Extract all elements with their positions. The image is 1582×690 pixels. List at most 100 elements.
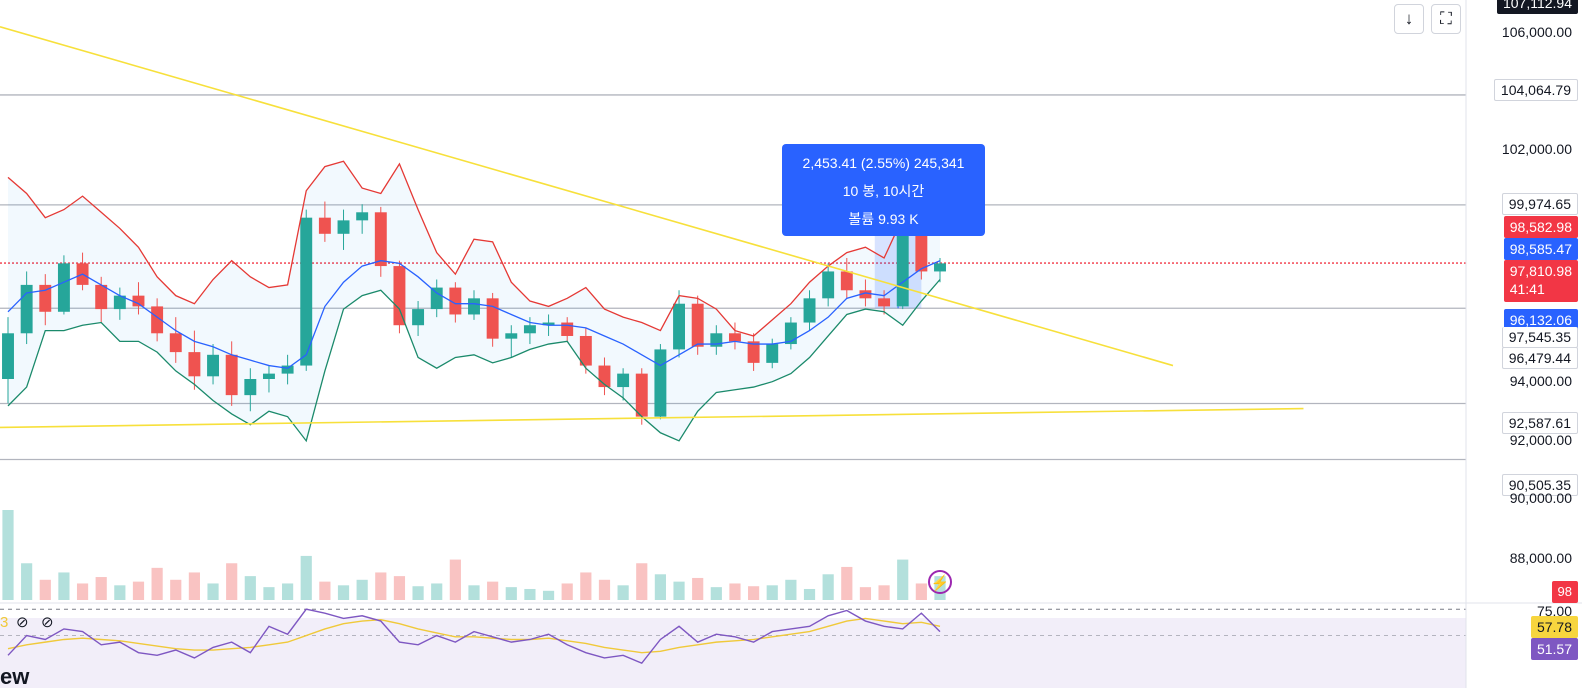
rsi-header-value: 3: [0, 614, 9, 631]
candle-body: [673, 303, 686, 350]
measure-volume: 볼륨 9.93 K: [848, 211, 919, 227]
chart-canvas[interactable]: [0, 0, 1582, 688]
volume-bar: [170, 579, 182, 600]
rsi-value-tag: 51.57: [1530, 638, 1578, 660]
price-tick: 90,000.00: [1509, 490, 1572, 506]
current-price-value: 97,810.98: [1509, 263, 1572, 279]
volume-bar: [822, 574, 834, 600]
volume-bar: [915, 583, 927, 600]
fullscreen-icon: ⛶: [1440, 9, 1452, 28]
volume-bar: [244, 576, 256, 600]
candle-body: [281, 365, 294, 374]
volume-bar: [692, 577, 704, 600]
fullscreen-button[interactable]: ⛶: [1431, 4, 1461, 34]
volume-bar: [188, 572, 200, 600]
volume-bar: [58, 572, 70, 600]
candle-body: [803, 298, 816, 323]
candle-body: [356, 212, 369, 221]
measure-change: 2,453.41 (2.55%) 245,341: [802, 155, 965, 171]
hide-indicator-icon[interactable]: ⊘: [41, 613, 54, 631]
candle-body: [822, 271, 835, 299]
volume-bar: [524, 588, 536, 600]
candle-body: [896, 228, 909, 307]
volume-bar: [785, 579, 797, 600]
volume-bar: [617, 585, 629, 600]
candle-body: [225, 354, 238, 396]
candle-body: [840, 271, 853, 291]
price-tick: 102,000.00: [1501, 141, 1572, 157]
price-tick: 88,000.00: [1509, 550, 1572, 566]
price-axis-top-tag: 107,112.94: [1496, 0, 1578, 14]
volume-bar: [803, 588, 816, 600]
current-price-tag: 97,810.98 41:41: [1503, 260, 1578, 302]
volume-bar: [636, 563, 648, 600]
level-tag-96k: 96,479.44: [1501, 347, 1578, 369]
candle-body: [505, 333, 518, 339]
candle-body: [691, 303, 704, 347]
volume-bar: [39, 579, 51, 600]
volume-bar: [449, 559, 461, 600]
level-tag-99k: 99,974.65: [1501, 193, 1578, 215]
volume-bar: [487, 581, 499, 600]
volume-bar: [132, 581, 145, 600]
price-tick: 94,000.00: [1509, 373, 1572, 389]
candle-body: [262, 373, 275, 379]
measure-bars: 10 봉, 10시간: [842, 183, 925, 199]
candle-body: [207, 354, 220, 377]
volume-bar: [76, 583, 89, 600]
candle-countdown: 41:41: [1509, 281, 1545, 297]
volume-bar: [263, 587, 275, 600]
price-tick: 106,000.00: [1501, 24, 1572, 40]
candle-body: [132, 295, 145, 307]
price-tick: 92,000.00: [1509, 432, 1572, 448]
scroll-to-latest-button[interactable]: ↓: [1394, 4, 1424, 34]
volume-bar: [226, 563, 238, 600]
volume-bar: [859, 587, 872, 600]
volume-bar: [729, 583, 741, 600]
candle-body: [169, 333, 182, 353]
bb-middle-price-tag: 98,585.47: [1503, 238, 1578, 260]
rsi-ma-value-tag: 57.78: [1530, 616, 1578, 638]
volume-bar: [561, 583, 573, 600]
volume-bar: [393, 576, 406, 600]
candle-body: [337, 220, 350, 234]
candle-body: [57, 263, 70, 312]
candle-body: [412, 309, 425, 326]
volume-bar: [580, 572, 592, 600]
volume-bar: [412, 586, 424, 600]
candle-body: [617, 373, 630, 388]
volume-bar: [542, 590, 555, 600]
candle-body: [430, 287, 443, 310]
candle-body: [523, 325, 536, 334]
volume-bar: [748, 586, 760, 600]
volume-bar: [356, 579, 368, 600]
level-tag-104k: 104,064.79: [1493, 79, 1578, 101]
volume-bar: [151, 567, 163, 600]
candle-body: [635, 373, 648, 417]
candle-body: [393, 266, 406, 326]
candle-body: [2, 333, 14, 379]
volume-bar: [114, 585, 126, 600]
volume-bar: [710, 587, 722, 600]
volume-bar: [505, 587, 517, 600]
hide-indicator-icon[interactable]: ⊘: [16, 613, 29, 631]
candle-body: [95, 284, 108, 310]
volume-bar: [673, 581, 685, 600]
candle-body: [934, 263, 946, 272]
candle-body: [486, 298, 499, 339]
volume-value-tag: 98: [1551, 581, 1578, 603]
lightning-icon[interactable]: ⚡: [928, 570, 952, 594]
candle-body: [561, 322, 574, 336]
volume-bar: [766, 585, 778, 600]
level-tag-92k: 92,587.61: [1501, 412, 1578, 434]
volume-bar: [654, 574, 666, 600]
volume-bar: [95, 577, 107, 600]
volume-bar: [431, 583, 443, 600]
volume-bar: [598, 579, 611, 600]
level-tag-97k: 97,545.35: [1501, 327, 1578, 348]
candle-body: [654, 349, 667, 417]
candle-body: [318, 217, 331, 234]
rsi-band-fill: [0, 618, 1466, 688]
candle-body: [468, 298, 480, 315]
candle-body: [728, 333, 741, 342]
